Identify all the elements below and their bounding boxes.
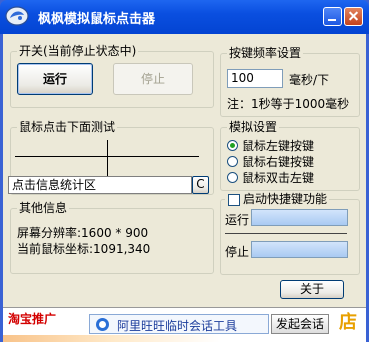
about-button[interactable]: 关于 bbox=[280, 280, 344, 299]
test-area-marker bbox=[107, 140, 108, 178]
wangwang-icon bbox=[96, 318, 109, 331]
ad-bar: 淘宝推广 阿里旺旺临时会话工具 发起会话 店 bbox=[3, 307, 366, 342]
minimize-button[interactable] bbox=[323, 7, 342, 26]
hotkey-divider bbox=[225, 233, 347, 234]
switch-group-legend: 开关(当前停止状态中) bbox=[17, 44, 139, 59]
info-group-legend: 其他信息 bbox=[17, 201, 70, 216]
title-bar[interactable]: 枫枫模拟鼠标点击器 bbox=[0, 0, 369, 34]
clear-button[interactable]: C bbox=[192, 176, 209, 194]
click-test-legend: 鼠标点击下面测试 bbox=[17, 120, 118, 135]
shop-icon[interactable]: 店 bbox=[336, 311, 360, 335]
start-chat-button[interactable]: 发起会话 bbox=[271, 314, 329, 334]
hotkey-group: 启动快捷键功能 运行 停止 bbox=[220, 192, 360, 275]
switch-group: 开关(当前停止状态中) 运行 停止 bbox=[10, 44, 214, 108]
hotkey-checkbox[interactable] bbox=[228, 194, 240, 206]
client-area: 开关(当前停止状态中) 运行 停止 按键频率设置 100 毫秒/下 注：1秒等于… bbox=[3, 34, 366, 342]
app-logo-icon bbox=[5, 6, 29, 26]
taobao-promo-link[interactable]: 淘宝推广 bbox=[8, 310, 56, 327]
hotkey-group-legend[interactable]: 启动快捷键功能 bbox=[225, 192, 330, 207]
interval-note: 注：1秒等于1000毫秒 bbox=[227, 97, 350, 111]
info-group: 其他信息 屏幕分辨率:1600 * 900 当前鼠标坐标:1091,340 bbox=[10, 201, 214, 274]
mode-double-click-radio[interactable] bbox=[227, 172, 238, 183]
mouse-coordinates: 当前鼠标坐标:1091,340 bbox=[17, 242, 151, 256]
close-button[interactable] bbox=[344, 7, 363, 26]
interval-unit: 毫秒/下 bbox=[289, 73, 330, 87]
stats-field: 点击信息统计区 bbox=[8, 176, 192, 194]
interval-input[interactable]: 100 bbox=[227, 69, 283, 88]
stop-button[interactable]: 停止 bbox=[113, 63, 193, 95]
mode-left-click-radio[interactable] bbox=[227, 140, 238, 151]
screen-resolution: 屏幕分辨率:1600 * 900 bbox=[17, 226, 149, 240]
hotkey-run-label: 运行 bbox=[225, 213, 250, 227]
run-button[interactable]: 运行 bbox=[17, 63, 93, 95]
chat-tool-text: 阿里旺旺临时会话工具 bbox=[117, 319, 238, 333]
frequency-group-legend: 按键频率设置 bbox=[227, 46, 304, 61]
mode-right-click-radio[interactable] bbox=[227, 156, 238, 167]
mode-option-label[interactable]: 鼠标左键按键 bbox=[242, 137, 314, 154]
hotkey-stop-field[interactable] bbox=[251, 241, 348, 258]
mode-group: 模拟设置 鼠标左键按键 鼠标右键按键 鼠标双击左键 bbox=[220, 120, 360, 191]
mode-group-legend: 模拟设置 bbox=[227, 120, 280, 135]
mode-option-label[interactable]: 鼠标双击左键 bbox=[242, 169, 314, 186]
mode-option-label[interactable]: 鼠标右键按键 bbox=[242, 153, 314, 170]
app-window: 枫枫模拟鼠标点击器 开关(当前停止状态中) 运行 停止 按键频率设置 100 毫… bbox=[0, 0, 369, 342]
hotkey-run-field[interactable] bbox=[251, 209, 348, 226]
wangwang-chat-tool[interactable]: 阿里旺旺临时会话工具 bbox=[89, 314, 269, 334]
window-title: 枫枫模拟鼠标点击器 bbox=[38, 12, 156, 27]
hotkey-stop-label: 停止 bbox=[225, 245, 250, 259]
frequency-group: 按键频率设置 100 毫秒/下 注：1秒等于1000毫秒 bbox=[220, 46, 360, 117]
